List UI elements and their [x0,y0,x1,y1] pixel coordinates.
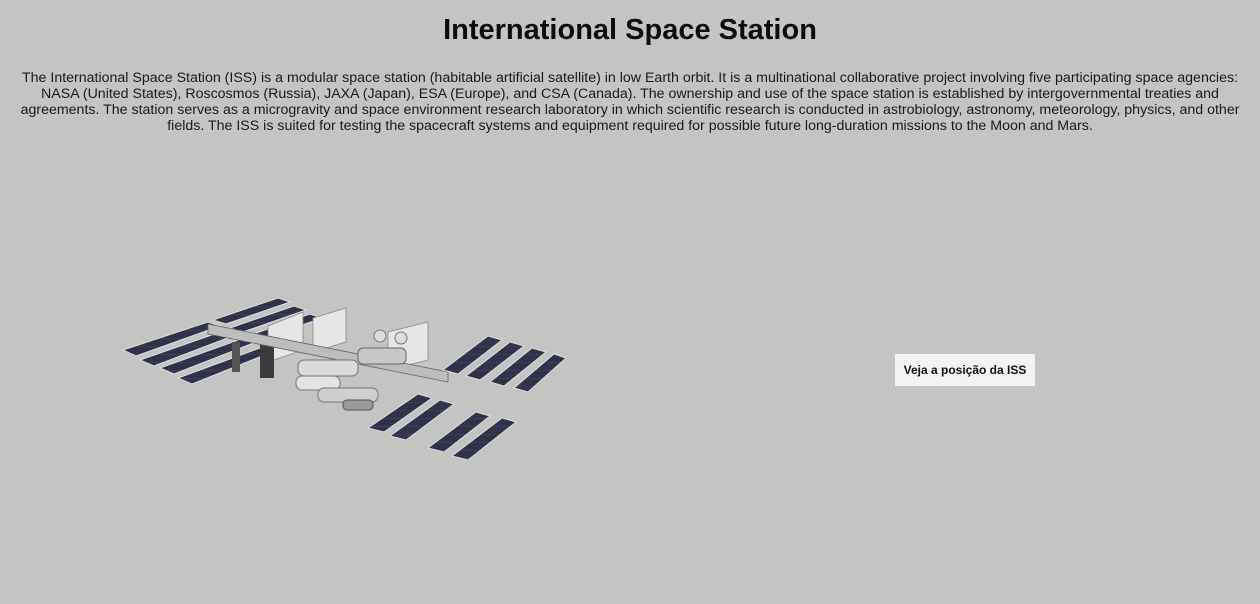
iss-description: The International Space Station (ISS) is… [20,70,1240,134]
iss-image [121,297,567,461]
page-title: International Space Station [443,14,817,46]
iss-position-button[interactable]: Veja a posição da ISS [895,354,1035,386]
